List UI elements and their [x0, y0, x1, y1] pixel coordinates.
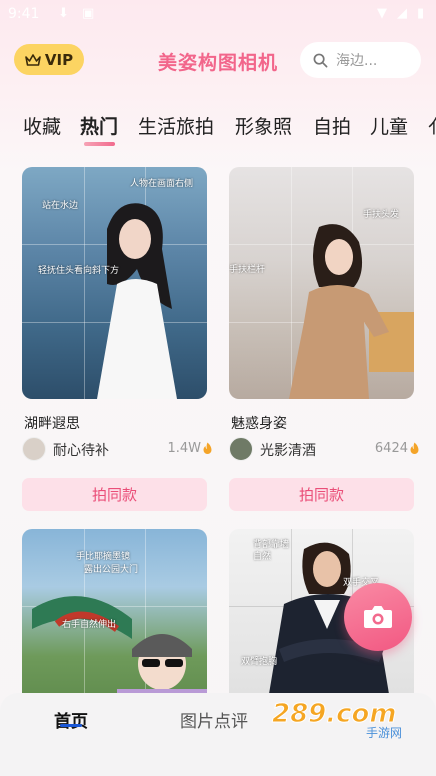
- nav-active-indicator: [60, 724, 82, 727]
- pose-hint: 手扶栏杆: [229, 265, 266, 275]
- active-tab-indicator: [84, 142, 115, 146]
- status-bar: 9:41 ⬇ ▣ ▼ ◢ ▮: [0, 0, 436, 30]
- pose-hint: 手扶头发: [363, 210, 400, 220]
- tab-children[interactable]: 儿童: [370, 112, 408, 139]
- category-tabs: 收藏 热门 生活旅拍 形象照 自拍 儿童 亻: [0, 112, 436, 152]
- pose-hint: 露出公园大门: [84, 565, 139, 575]
- author-row: 耐心待补 1.4W: [22, 436, 212, 462]
- avatar[interactable]: [229, 437, 253, 461]
- shoot-same-button[interactable]: 拍同款: [22, 478, 207, 511]
- template-card[interactable]: 手比耶摘墨镜 露出公园大门 右手自然伸出: [22, 529, 207, 693]
- person-figure: [97, 203, 177, 399]
- shoot-same-button[interactable]: 拍同款: [229, 478, 414, 511]
- template-card[interactable]: 手扶头发 手扶栏杆 魅惑身姿 光影清酒 6424 拍同款: [229, 167, 419, 512]
- template-photo[interactable]: 手比耶摘墨镜 露出公园大门 右手自然伸出: [22, 529, 207, 693]
- camera-icon: [364, 606, 392, 628]
- template-card[interactable]: 人物在画面右侧 站在水边 轻抚住头看向斜下方 湖畔遐思 耐心待补 1.4W 拍同…: [22, 167, 212, 512]
- template-title: 魅惑身姿: [231, 416, 287, 432]
- notification-icon: ▣: [82, 6, 95, 21]
- watermark-text: 289.com: [272, 699, 397, 729]
- pose-hint: 人物在画面右侧: [130, 179, 194, 189]
- person-figure: [289, 224, 414, 399]
- likes-count: 1.4W: [167, 441, 201, 456]
- search-input[interactable]: 海边...: [300, 42, 421, 78]
- pose-hint: 站在水边: [42, 201, 79, 211]
- tab-more-partial[interactable]: 亻: [428, 112, 436, 139]
- download-icon: ⬇: [58, 6, 69, 21]
- header: VIP 美姿构图相机 海边...: [0, 42, 436, 82]
- tab-portrait[interactable]: 形象照: [235, 112, 292, 139]
- status-time: 9:41: [8, 6, 40, 22]
- pose-hint: 手比耶摘墨镜: [76, 552, 131, 562]
- signal-icon: ◢: [397, 6, 407, 21]
- watermark-subtext: 手游网: [366, 726, 402, 740]
- pose-hint: 双臂抱胸: [241, 657, 278, 667]
- tab-selfie[interactable]: 自拍: [313, 112, 351, 139]
- camera-button[interactable]: [344, 583, 412, 651]
- flame-icon: [203, 442, 212, 454]
- likes-count: 6424: [374, 441, 408, 456]
- pose-hint: 自然: [253, 552, 272, 562]
- author-name: 耐心待补: [53, 443, 109, 459]
- template-title: 湖畔遐思: [24, 416, 80, 432]
- search-placeholder: 海边...: [336, 53, 378, 69]
- template-photo[interactable]: 手扶头发 手扶栏杆: [229, 167, 414, 399]
- nav-home[interactable]: 首页: [54, 707, 88, 732]
- tab-favorites[interactable]: 收藏: [23, 112, 61, 139]
- pose-hint: 右手自然伸出: [62, 620, 117, 630]
- author-name: 光影清酒: [260, 443, 316, 459]
- nav-photo-review[interactable]: 图片点评: [180, 707, 248, 732]
- author-row: 光影清酒 6424: [229, 436, 419, 462]
- pose-hint: 轻抚住头看向斜下方: [38, 266, 120, 276]
- template-photo[interactable]: 人物在画面右侧 站在水边 轻抚住头看向斜下方: [22, 167, 207, 399]
- avatar[interactable]: [22, 437, 46, 461]
- watermark-logo: 289.com 手游网: [272, 699, 403, 741]
- search-icon: [313, 53, 328, 67]
- flame-icon: [410, 442, 419, 454]
- tab-travel[interactable]: 生活旅拍: [138, 112, 214, 139]
- battery-icon: ▮: [417, 6, 425, 21]
- wifi-icon: ▼: [377, 6, 387, 21]
- tab-popular[interactable]: 热门: [80, 112, 118, 139]
